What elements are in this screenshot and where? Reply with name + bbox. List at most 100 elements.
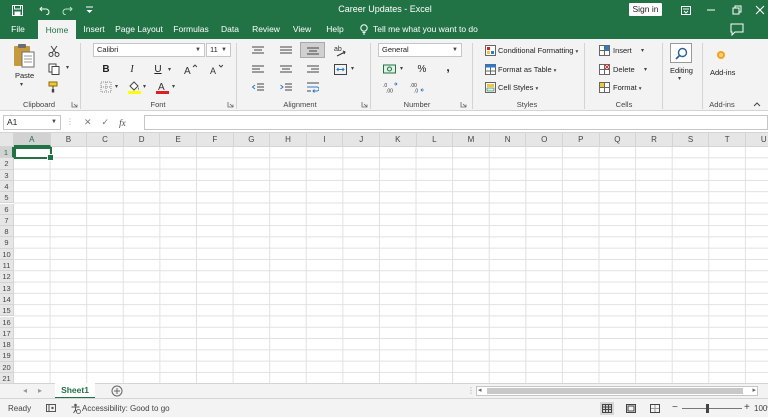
column-header[interactable]: B — [50, 133, 88, 147]
scrollbar-thumb[interactable] — [487, 388, 743, 394]
middle-align-icon[interactable] — [279, 44, 293, 56]
row-header[interactable]: 3 — [0, 169, 14, 181]
add-ins-icon[interactable] — [714, 48, 728, 62]
copy-dropdown-icon[interactable]: ▾ — [66, 64, 69, 71]
sign-in-button[interactable]: Sign in — [629, 3, 662, 16]
column-header[interactable]: M — [453, 133, 490, 147]
align-right-icon[interactable] — [306, 63, 320, 75]
tab-view[interactable]: View — [290, 20, 314, 39]
format-cells-button[interactable]: Format ▾ — [613, 83, 642, 92]
scroll-right-icon[interactable]: ▸ — [752, 386, 756, 394]
name-box[interactable]: A1 ▼ — [3, 115, 61, 130]
column-header[interactable]: O — [526, 133, 563, 147]
delete-dropdown-icon[interactable]: ▾ — [644, 66, 647, 73]
delete-cells-button[interactable]: Delete — [613, 65, 635, 74]
row-header[interactable]: 9 — [0, 237, 14, 249]
fill-color-icon[interactable] — [127, 79, 141, 94]
number-launcher-icon[interactable] — [460, 101, 467, 108]
tell-me-search[interactable]: Tell me what you want to do — [360, 20, 478, 39]
row-header[interactable]: 8 — [0, 226, 14, 238]
row-header[interactable]: 19 — [0, 350, 14, 362]
restore-icon[interactable] — [729, 2, 745, 18]
row-header[interactable]: 6 — [0, 203, 14, 215]
format-painter-icon[interactable] — [47, 80, 61, 94]
add-sheet-icon[interactable] — [111, 385, 123, 397]
underline-button[interactable]: U — [151, 62, 165, 76]
italic-button[interactable]: I — [125, 62, 139, 76]
comments-icon[interactable] — [730, 23, 744, 36]
row-header[interactable]: 14 — [0, 293, 14, 306]
cut-icon[interactable] — [47, 44, 61, 58]
paste-icon[interactable] — [12, 43, 36, 69]
column-header[interactable]: A — [14, 133, 51, 147]
close-icon[interactable] — [752, 2, 768, 18]
accessibility-status[interactable]: Accessibility: Good to go — [82, 404, 170, 413]
column-header[interactable]: L — [416, 133, 454, 147]
underline-dropdown-icon[interactable]: ▾ — [168, 66, 171, 73]
column-header[interactable]: T — [709, 133, 746, 147]
column-header[interactable]: R — [636, 133, 673, 147]
decrease-indent-icon[interactable] — [251, 81, 265, 93]
align-center-icon[interactable] — [279, 63, 293, 75]
select-all-button[interactable] — [0, 133, 14, 147]
accounting-dropdown-icon[interactable]: ▾ — [400, 65, 403, 72]
insert-dropdown-icon[interactable]: ▾ — [641, 47, 644, 54]
editing-dropdown-icon[interactable]: ▾ — [678, 75, 681, 82]
bottom-align-icon[interactable] — [300, 42, 325, 58]
cell-styles-icon[interactable] — [484, 81, 496, 93]
tab-home[interactable]: Home — [38, 20, 76, 39]
column-header[interactable]: E — [160, 133, 197, 147]
orientation-icon[interactable]: ab — [333, 43, 347, 57]
column-header[interactable]: I — [306, 133, 344, 147]
column-header[interactable]: C — [87, 133, 124, 147]
decrease-font-size-icon[interactable]: A — [209, 62, 223, 76]
tab-review[interactable]: Review — [250, 20, 282, 39]
column-header[interactable]: H — [270, 133, 307, 147]
column-header[interactable]: F — [197, 133, 234, 147]
sheet-tab[interactable]: Sheet1 — [55, 383, 95, 399]
zoom-slider[interactable] — [682, 408, 742, 409]
row-header[interactable]: 5 — [0, 192, 14, 204]
undo-icon[interactable] — [36, 2, 52, 18]
paste-dropdown-icon[interactable]: ▾ — [20, 81, 23, 88]
scroll-sheets-left-icon[interactable]: ◂ — [20, 386, 30, 396]
row-header[interactable]: 18 — [0, 339, 14, 351]
editing-label[interactable]: Editing — [670, 66, 693, 75]
add-ins-button-label[interactable]: Add-ins — [710, 68, 735, 77]
row-header[interactable]: 7 — [0, 214, 14, 227]
zoom-in-button[interactable]: + — [744, 402, 750, 413]
accessibility-icon[interactable] — [70, 403, 81, 414]
increase-font-size-icon[interactable]: A — [183, 62, 197, 76]
format-as-table-icon[interactable] — [484, 63, 496, 75]
tab-page-layout[interactable]: Page Layout — [114, 20, 164, 39]
page-layout-view-icon[interactable] — [624, 402, 638, 415]
row-header[interactable]: 11 — [0, 260, 14, 272]
format-as-table-button[interactable]: Format as Table ▾ — [498, 65, 556, 74]
merge-center-icon[interactable] — [333, 62, 347, 76]
row-header[interactable]: 20 — [0, 361, 14, 373]
normal-view-icon[interactable] — [600, 402, 614, 415]
column-header[interactable]: S — [672, 133, 710, 147]
zoom-out-button[interactable]: − — [672, 402, 678, 413]
column-header[interactable]: N — [489, 133, 527, 147]
conditional-formatting-icon[interactable] — [484, 44, 496, 56]
row-header[interactable]: 2 — [0, 158, 14, 170]
column-header[interactable]: U — [746, 133, 768, 147]
row-header[interactable]: 1 — [0, 147, 14, 159]
row-header[interactable]: 21 — [0, 373, 14, 383]
font-color-dropdown-icon[interactable]: ▾ — [172, 83, 175, 90]
row-header[interactable]: 16 — [0, 316, 14, 328]
insert-function-button[interactable]: fx — [119, 118, 126, 128]
page-break-view-icon[interactable] — [648, 402, 662, 415]
ribbon-display-options-icon[interactable] — [678, 2, 694, 18]
zoom-slider-thumb[interactable] — [706, 404, 709, 413]
cells-area[interactable] — [14, 147, 768, 383]
column-header[interactable]: Q — [599, 133, 637, 147]
top-align-icon[interactable] — [251, 44, 265, 56]
cancel-entry-icon[interactable]: ✕ — [84, 117, 92, 128]
clipboard-launcher-icon[interactable] — [71, 101, 78, 108]
search-icon[interactable] — [670, 43, 692, 63]
row-header[interactable]: 17 — [0, 327, 14, 340]
increase-indent-icon[interactable] — [279, 81, 293, 93]
font-launcher-icon[interactable] — [227, 101, 234, 108]
